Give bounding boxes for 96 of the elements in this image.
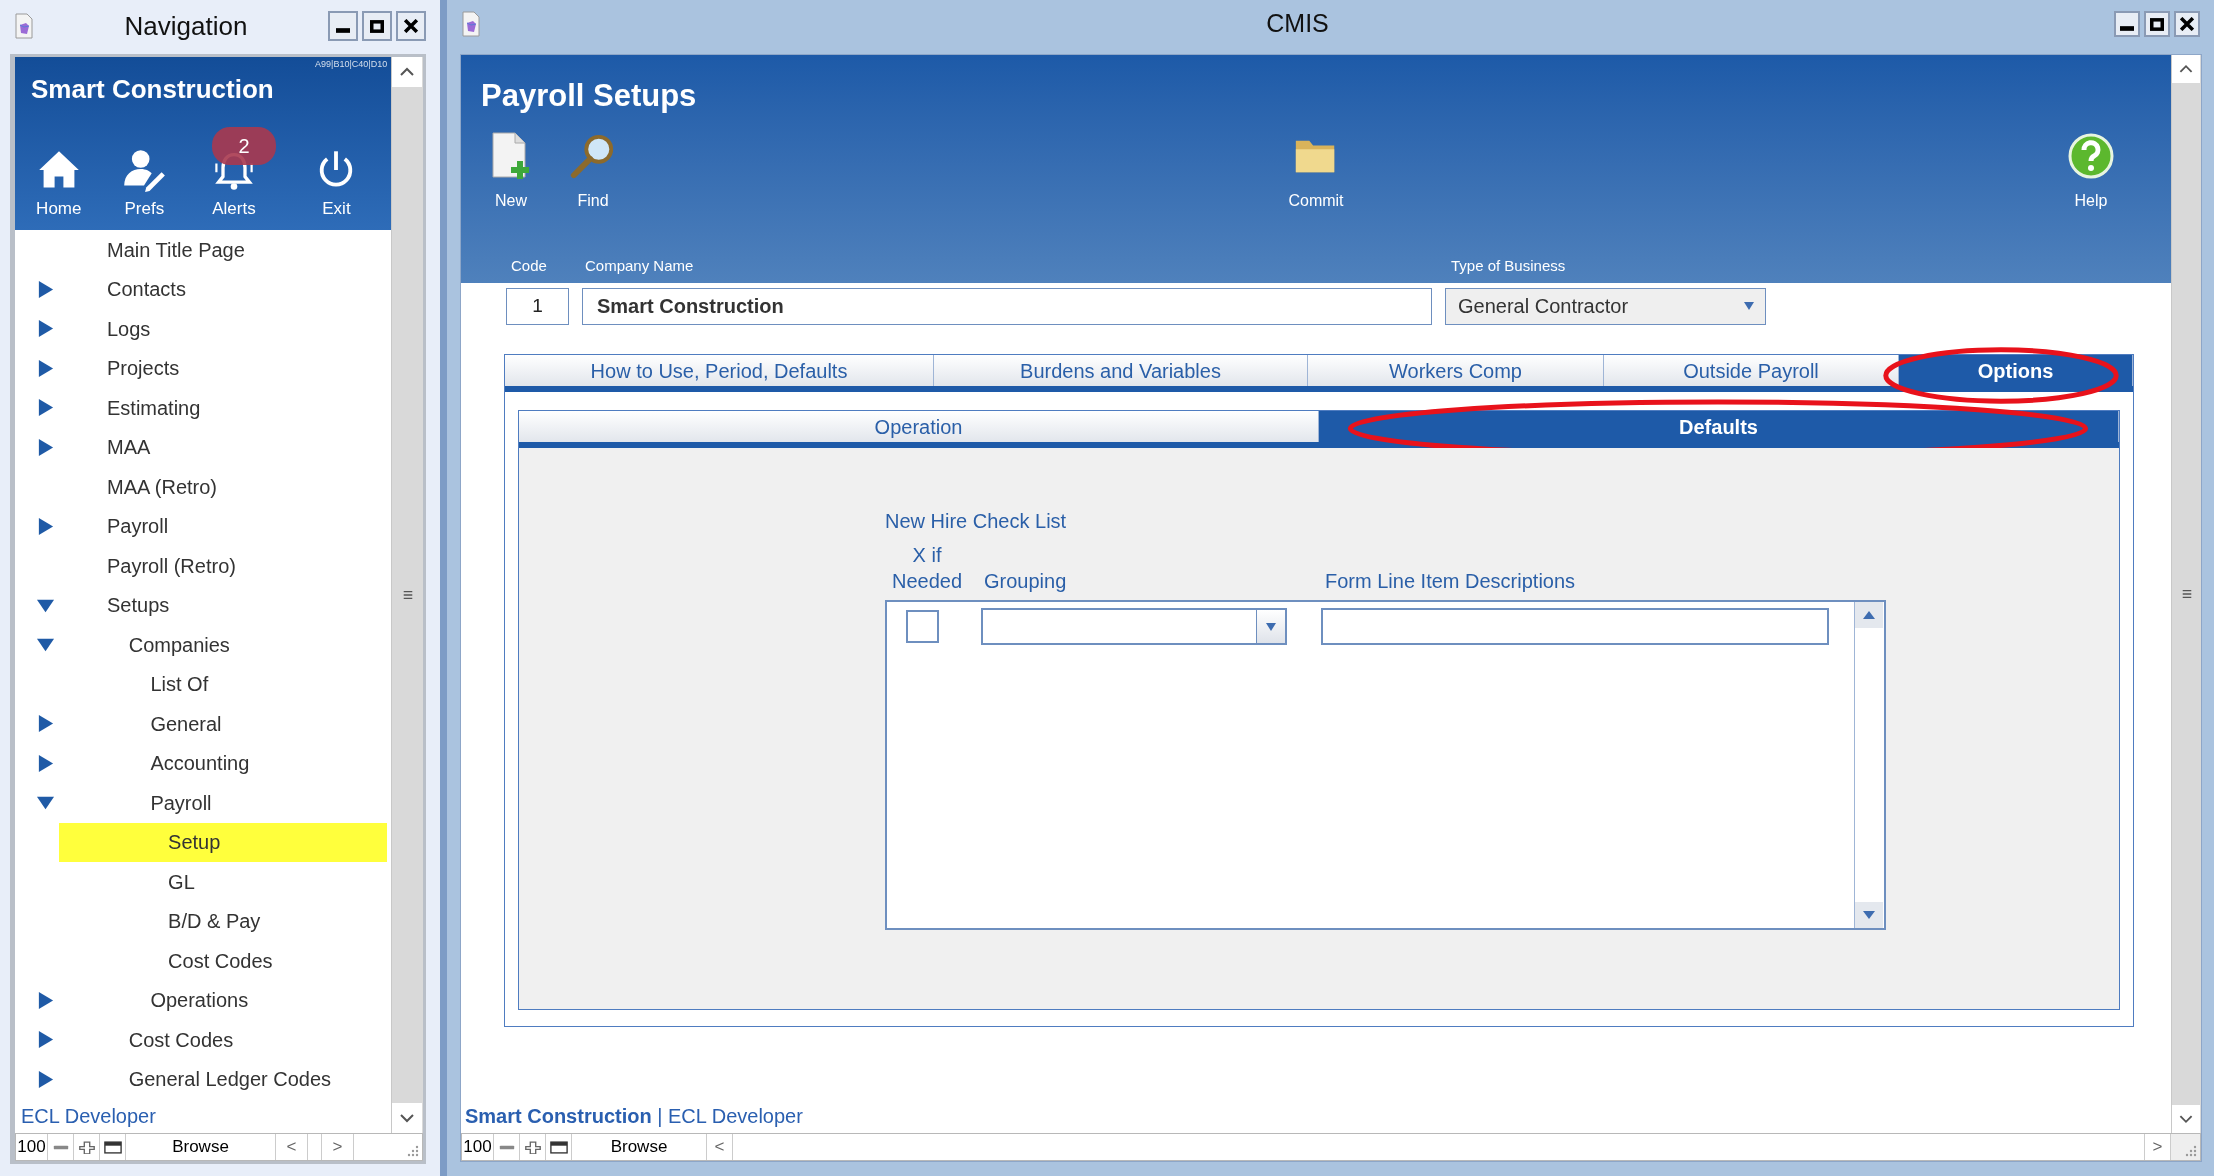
tree-item[interactable]: Setups bbox=[63, 585, 388, 625]
toolbar-toggle-icon bbox=[103, 1140, 122, 1154]
mode-label: Browse bbox=[572, 1134, 707, 1160]
minimize-button[interactable] bbox=[2114, 11, 2140, 37]
tree-item[interactable]: MAA (Retro) bbox=[63, 467, 388, 507]
alert-count-badge: 2 bbox=[212, 127, 277, 165]
window-title: CMIS bbox=[1265, 8, 1330, 40]
column-header: Form Line Item Descriptions bbox=[1325, 569, 1576, 594]
version-code: A99|B10|C40|D10 bbox=[315, 58, 388, 71]
maximize-button[interactable] bbox=[2144, 11, 2170, 37]
scroll-up-icon bbox=[1855, 602, 1883, 628]
tree-item[interactable]: List Of bbox=[63, 664, 388, 704]
tab[interactable]: Burdens and Variables bbox=[934, 355, 1308, 386]
mode-label: Browse bbox=[126, 1134, 276, 1160]
find-button[interactable]: Find bbox=[553, 125, 633, 217]
close-icon bbox=[404, 19, 418, 33]
tree-item[interactable]: Accounting bbox=[63, 743, 388, 783]
exit-button[interactable]: Exit bbox=[281, 119, 392, 227]
tree-item[interactable]: General Ledger Codes bbox=[63, 1059, 388, 1099]
tree-item[interactable]: Operations bbox=[63, 980, 388, 1020]
code-field[interactable]: 1 bbox=[506, 287, 569, 325]
scroll-grip-icon bbox=[2180, 589, 2193, 599]
column-header: Grouping bbox=[983, 569, 1068, 594]
dropdown-arrow-icon bbox=[1265, 621, 1277, 632]
tree-item[interactable]: Payroll bbox=[63, 783, 388, 823]
help-button[interactable]: Help bbox=[2051, 125, 2131, 217]
scrollbar[interactable] bbox=[2171, 55, 2201, 1133]
field-label: Code bbox=[511, 256, 547, 276]
tree-item[interactable]: Contacts bbox=[63, 269, 388, 309]
tree-item[interactable]: Cost Codes bbox=[63, 1020, 388, 1060]
company-name: Smart Construction bbox=[31, 73, 274, 106]
minimize-button[interactable] bbox=[328, 11, 358, 41]
grid-scrollbar[interactable] bbox=[1854, 602, 1884, 928]
new-button[interactable]: New bbox=[471, 125, 551, 217]
tree-item[interactable]: MAA bbox=[63, 427, 388, 467]
scroll-grip-icon bbox=[401, 590, 414, 600]
tree-item[interactable]: B/D & Pay bbox=[59, 901, 388, 941]
tree-item[interactable]: Payroll bbox=[63, 506, 388, 546]
document-icon bbox=[461, 11, 481, 37]
zoom-level: 100 bbox=[16, 1134, 48, 1160]
checkbox[interactable] bbox=[906, 610, 939, 643]
maximize-icon bbox=[370, 19, 384, 33]
tree-item[interactable]: Cost Codes bbox=[59, 941, 388, 981]
minimize-icon bbox=[2120, 25, 2134, 31]
description-field[interactable] bbox=[1321, 608, 1829, 645]
zoom-level: 100 bbox=[462, 1134, 494, 1160]
dropdown-arrow-icon bbox=[1743, 301, 1755, 311]
tree-item[interactable]: Main Title Page bbox=[63, 230, 388, 270]
tab[interactable]: Defaults bbox=[1319, 411, 2119, 442]
field-label: Company Name bbox=[585, 256, 694, 276]
column-header: X if Needed bbox=[890, 543, 964, 594]
tree-item[interactable]: Payroll (Retro) bbox=[63, 546, 388, 586]
scroll-down-icon bbox=[1855, 902, 1883, 928]
prefs-button[interactable]: Prefs bbox=[102, 119, 187, 227]
close-button[interactable] bbox=[396, 11, 426, 41]
tab[interactable]: Outside Payroll bbox=[1604, 355, 1899, 386]
page-title: Payroll Setups bbox=[481, 77, 697, 115]
window-title: Navigation bbox=[123, 9, 249, 43]
home-button[interactable]: Home bbox=[15, 119, 103, 227]
help-icon bbox=[2067, 131, 2115, 181]
user-edit-icon bbox=[122, 147, 167, 192]
tree-item[interactable]: Setup bbox=[59, 822, 388, 862]
resize-grip-icon bbox=[407, 1145, 419, 1157]
user-name: ECL Developer bbox=[20, 1104, 157, 1129]
tree-item[interactable]: Projects bbox=[63, 348, 388, 388]
tab[interactable]: Workers Comp bbox=[1308, 355, 1604, 386]
next-button[interactable]: > bbox=[322, 1134, 354, 1160]
tree-item[interactable]: General bbox=[63, 704, 388, 744]
close-icon bbox=[2180, 17, 2194, 31]
commit-button[interactable]: Commit bbox=[1276, 125, 1356, 217]
zoom-in-icon bbox=[523, 1140, 542, 1154]
scrollbar[interactable] bbox=[391, 57, 423, 1133]
tree-item[interactable]: Logs bbox=[63, 309, 388, 349]
field-label: Type of Business bbox=[1451, 256, 1566, 276]
section-title: New Hire Check List bbox=[885, 509, 1068, 534]
tree-item[interactable]: Companies bbox=[63, 625, 388, 665]
tree-item[interactable]: GL bbox=[59, 862, 388, 902]
tree-item[interactable]: Estimating bbox=[63, 388, 388, 428]
resize-grip-icon bbox=[2185, 1145, 2197, 1157]
zoom-in-icon bbox=[77, 1140, 96, 1154]
toolbar-toggle-icon bbox=[549, 1140, 568, 1154]
alerts-button[interactable]: Alerts 2 bbox=[186, 119, 282, 227]
maximize-icon bbox=[2150, 17, 2164, 31]
tab[interactable]: Operation bbox=[519, 411, 1319, 442]
company-name-field[interactable]: Smart Construction bbox=[582, 287, 1432, 325]
minimize-icon bbox=[336, 27, 350, 33]
document-icon bbox=[14, 13, 34, 39]
scroll-up-icon bbox=[392, 57, 423, 87]
tab[interactable]: Options bbox=[1899, 355, 2133, 386]
previous-button[interactable]: < bbox=[707, 1134, 733, 1160]
maximize-button[interactable] bbox=[362, 11, 392, 41]
business-type-dropdown[interactable]: General Contractor bbox=[1445, 287, 1766, 325]
grouping-dropdown[interactable] bbox=[981, 608, 1287, 645]
close-button[interactable] bbox=[2174, 11, 2200, 37]
tab[interactable]: How to Use, Period, Defaults bbox=[505, 355, 934, 386]
footer-text: Smart Construction | ECL Developer bbox=[465, 1104, 804, 1129]
